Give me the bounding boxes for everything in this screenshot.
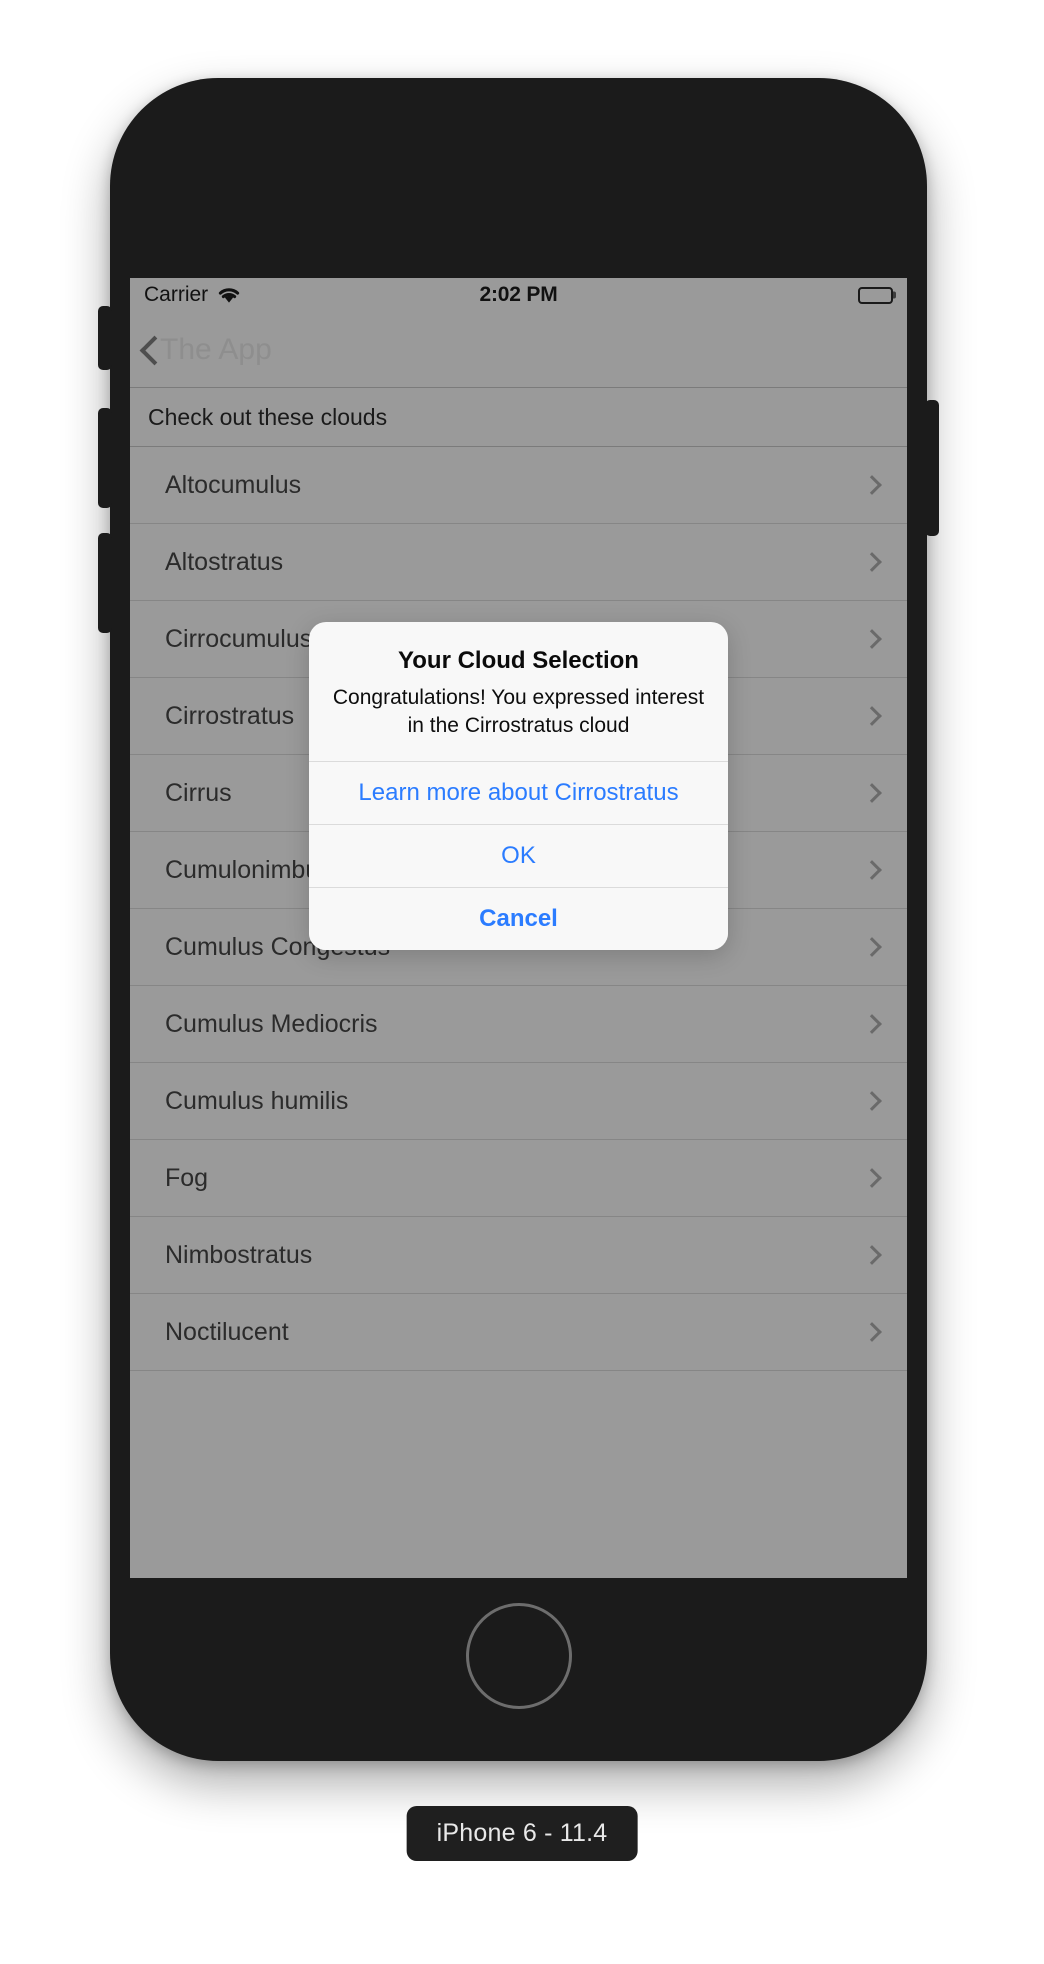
chevron-right-icon [862,1168,882,1188]
phone-screen: Carrier 2:02 PM The App Check out these … [130,278,907,1578]
table-row-label: Altocumulus [165,470,302,499]
table-row[interactable]: Fog [130,1140,907,1217]
chevron-right-icon [862,1322,882,1342]
status-bar-clock: 2:02 PM [479,283,558,306]
alert-dialog: Your Cloud Selection Congratulations! Yo… [309,622,728,951]
back-button[interactable]: The App [140,333,272,367]
table-row-label: Noctilucent [165,1317,289,1346]
table-row[interactable]: Cumulus humilis [130,1063,907,1140]
table-row[interactable]: Noctilucent [130,1294,907,1371]
table-row[interactable]: Cumulus Mediocris [130,986,907,1063]
chevron-right-icon [862,475,882,495]
volume-up-hardware-button[interactable] [98,408,112,508]
status-bar: Carrier 2:02 PM [130,278,907,312]
chevron-right-icon [862,1245,882,1265]
back-button-label: The App [160,332,272,366]
chevron-right-icon [862,1091,882,1111]
alert-title: Your Cloud Selection [398,647,639,674]
alert-button-group[interactable]: Learn more about Cirrostratus OK Cancel [309,761,728,951]
home-button[interactable] [465,1603,572,1709]
phone-device-frame: Carrier 2:02 PM The App Check out these … [98,78,939,1761]
table-row-label: Cumulus humilis [165,1086,349,1115]
alert-button[interactable]: OK [309,824,728,888]
table-row[interactable]: Altocumulus [130,447,907,524]
table-row[interactable]: Altostratus [130,524,907,601]
volume-down-hardware-button[interactable] [98,533,112,633]
chevron-left-icon [140,336,156,364]
simulator-device-label: iPhone 6 - 11.4 [406,1806,638,1861]
power-hardware-button[interactable] [925,400,939,536]
status-bar-right [858,286,896,304]
table-row[interactable]: Nimbostratus [130,1217,907,1294]
chevron-right-icon [862,860,882,880]
chevron-right-icon [862,937,882,957]
table-section-header: Check out these clouds [130,388,907,447]
alert-message: Congratulations! You expressed interest … [332,686,705,737]
battery-icon [858,286,896,304]
simulator-window: Carrier 2:02 PM The App Check out these … [0,0,1044,1964]
alert-button[interactable]: Learn more about Cirrostratus [309,761,728,825]
table-row-label: Altostratus [165,547,284,576]
table-row-label: Fog [165,1163,209,1192]
alert-header: Your Cloud Selection Congratulations! Yo… [309,622,728,761]
silent-switch-hardware-button[interactable] [98,306,112,370]
alert-button[interactable]: Cancel [309,887,728,951]
chevron-right-icon [862,629,882,649]
table-row-label: Nimbostratus [165,1240,313,1269]
table-row-label: Cumulus Mediocris [165,1009,378,1038]
chevron-right-icon [862,1014,882,1034]
navigation-bar: The App [130,312,907,388]
chevron-right-icon [862,552,882,572]
chevron-right-icon [862,783,882,803]
chevron-right-icon [862,706,882,726]
